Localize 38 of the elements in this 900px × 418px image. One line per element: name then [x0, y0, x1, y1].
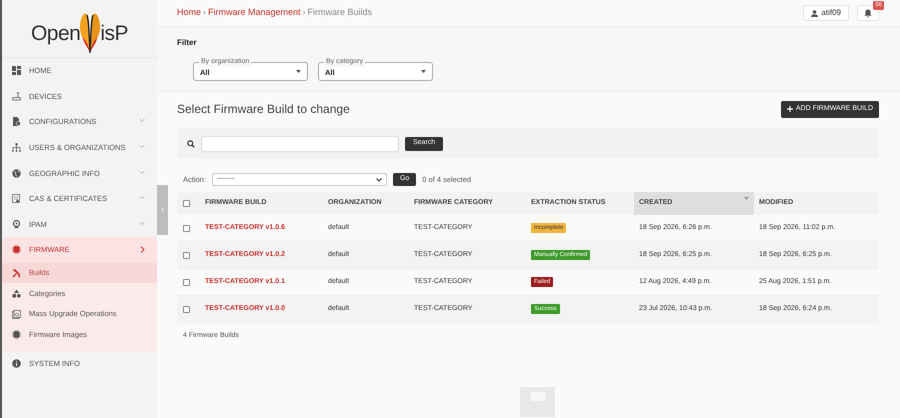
location-pin-icon [12, 220, 21, 229]
user-icon [811, 10, 818, 16]
bell-icon [864, 8, 872, 18]
breadcrumb-current: Firmware Builds [308, 6, 372, 20]
breadcrumb-separator: › [203, 6, 206, 20]
plus-icon [786, 106, 793, 112]
breadcrumb-link[interactable]: Home [177, 6, 202, 20]
notifications-button[interactable] [857, 5, 879, 21]
dashboard-icon [12, 66, 21, 76]
user-menu-button[interactable]: atif09 [803, 5, 849, 21]
shapes-icon [12, 289, 21, 298]
router-icon [12, 92, 21, 101]
sort-arrow-icon [744, 197, 749, 200]
filter-title: Filter [177, 37, 198, 49]
logo-text: Open [30, 20, 80, 46]
search-field[interactable] [201, 136, 399, 152]
documents-icon [12, 310, 21, 318]
info-icon [12, 359, 21, 368]
chip-icon [12, 245, 21, 254]
caret-icon [376, 178, 382, 182]
breadcrumb-link[interactable]: Firmware Management [208, 6, 301, 20]
chip-icon [12, 330, 21, 339]
page-heading: Select Firmware Build to change [177, 101, 350, 118]
tools-icon [12, 268, 21, 278]
checkbox[interactable] [183, 224, 190, 232]
checkbox[interactable] [183, 278, 190, 286]
checkbox[interactable] [183, 200, 190, 207]
certificate-icon [12, 194, 21, 204]
logo-text: isP [100, 20, 128, 46]
hierarchy-icon [12, 143, 21, 152]
checkbox[interactable] [183, 306, 190, 312]
caret-icon [296, 70, 301, 73]
search-icon [187, 140, 195, 148]
checkbox[interactable] [183, 252, 190, 258]
globe-icon [12, 168, 21, 178]
document-icon [12, 117, 21, 126]
breadcrumb-separator: › [302, 6, 306, 20]
caret-icon [421, 70, 426, 73]
